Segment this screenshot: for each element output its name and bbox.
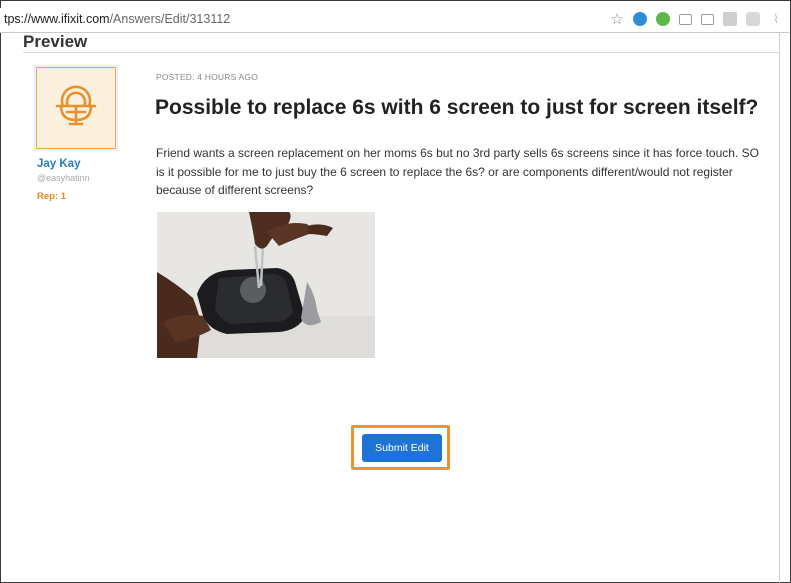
- avatar-logo-icon: [55, 85, 97, 126]
- star-icon[interactable]: ☆: [610, 12, 624, 27]
- author-name[interactable]: Jay Kay: [37, 158, 80, 170]
- preview-heading: Preview: [23, 32, 88, 51]
- question-body: Friend wants a screen replacement on her…: [156, 146, 759, 197]
- cast-icon[interactable]: [679, 13, 692, 25]
- pocket-icon[interactable]: [746, 12, 760, 26]
- cast-icon[interactable]: [701, 13, 714, 25]
- address-bar[interactable]: tps://www.ifixit.com/Answers/Edit/313112…: [0, 8, 789, 33]
- author-handle: @easyhatinn: [37, 173, 90, 183]
- content-right-border: [779, 32, 780, 583]
- wifi-icon[interactable]: ⌇: [769, 12, 783, 26]
- url-host: tps://www.ifixit.com: [4, 12, 110, 26]
- preview-divider: [23, 52, 779, 53]
- posted-time: POSTED: 4 HOURS AGO: [156, 72, 259, 82]
- url-text[interactable]: tps://www.ifixit.com/Answers/Edit/313112: [4, 12, 230, 26]
- window-frame: [0, 0, 791, 583]
- url-path: /Answers/Edit/313112: [109, 12, 231, 26]
- submit-edit-button[interactable]: Submit Edit: [362, 434, 442, 462]
- author-reputation: Rep: 1: [37, 191, 67, 202]
- phone-repair-photo: [157, 212, 375, 358]
- toolbar-icons: ☆ ⌇: [610, 12, 783, 27]
- question-title: Possible to replace 6s with 6 screen to …: [155, 96, 759, 119]
- extension-icon[interactable]: [723, 12, 737, 26]
- question-photo[interactable]: [157, 212, 375, 358]
- avatar[interactable]: [36, 67, 116, 149]
- onetab-icon[interactable]: [633, 12, 647, 26]
- evernote-icon[interactable]: [656, 12, 670, 26]
